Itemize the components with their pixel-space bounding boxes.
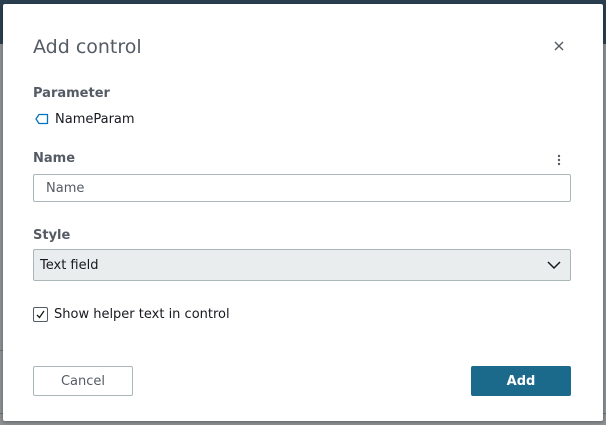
- tag-icon: [35, 113, 49, 125]
- helper-text-checkbox-row[interactable]: Show helper text in control: [33, 307, 230, 322]
- name-input[interactable]: [33, 174, 571, 202]
- name-label: Name: [33, 151, 76, 166]
- dialog-title: Add control: [33, 36, 142, 58]
- cancel-button[interactable]: Cancel: [33, 366, 133, 396]
- chevron-down-icon: [547, 261, 561, 270]
- parameter-value: NameParam: [35, 110, 135, 128]
- style-selected-value: Text field: [40, 257, 99, 273]
- add-control-dialog: Add control Parameter NameParam Name Sty…: [3, 4, 603, 421]
- style-select[interactable]: Text field: [33, 249, 571, 281]
- add-button[interactable]: Add: [471, 366, 571, 396]
- style-label: Style: [33, 228, 71, 243]
- helper-text-label: Show helper text in control: [54, 307, 230, 322]
- kebab-menu-icon[interactable]: [552, 152, 566, 168]
- parameter-label: Parameter: [33, 86, 110, 101]
- helper-text-checkbox[interactable]: [33, 307, 48, 322]
- close-icon[interactable]: [550, 37, 568, 55]
- parameter-name: NameParam: [55, 111, 135, 127]
- checkmark-icon: [36, 310, 45, 319]
